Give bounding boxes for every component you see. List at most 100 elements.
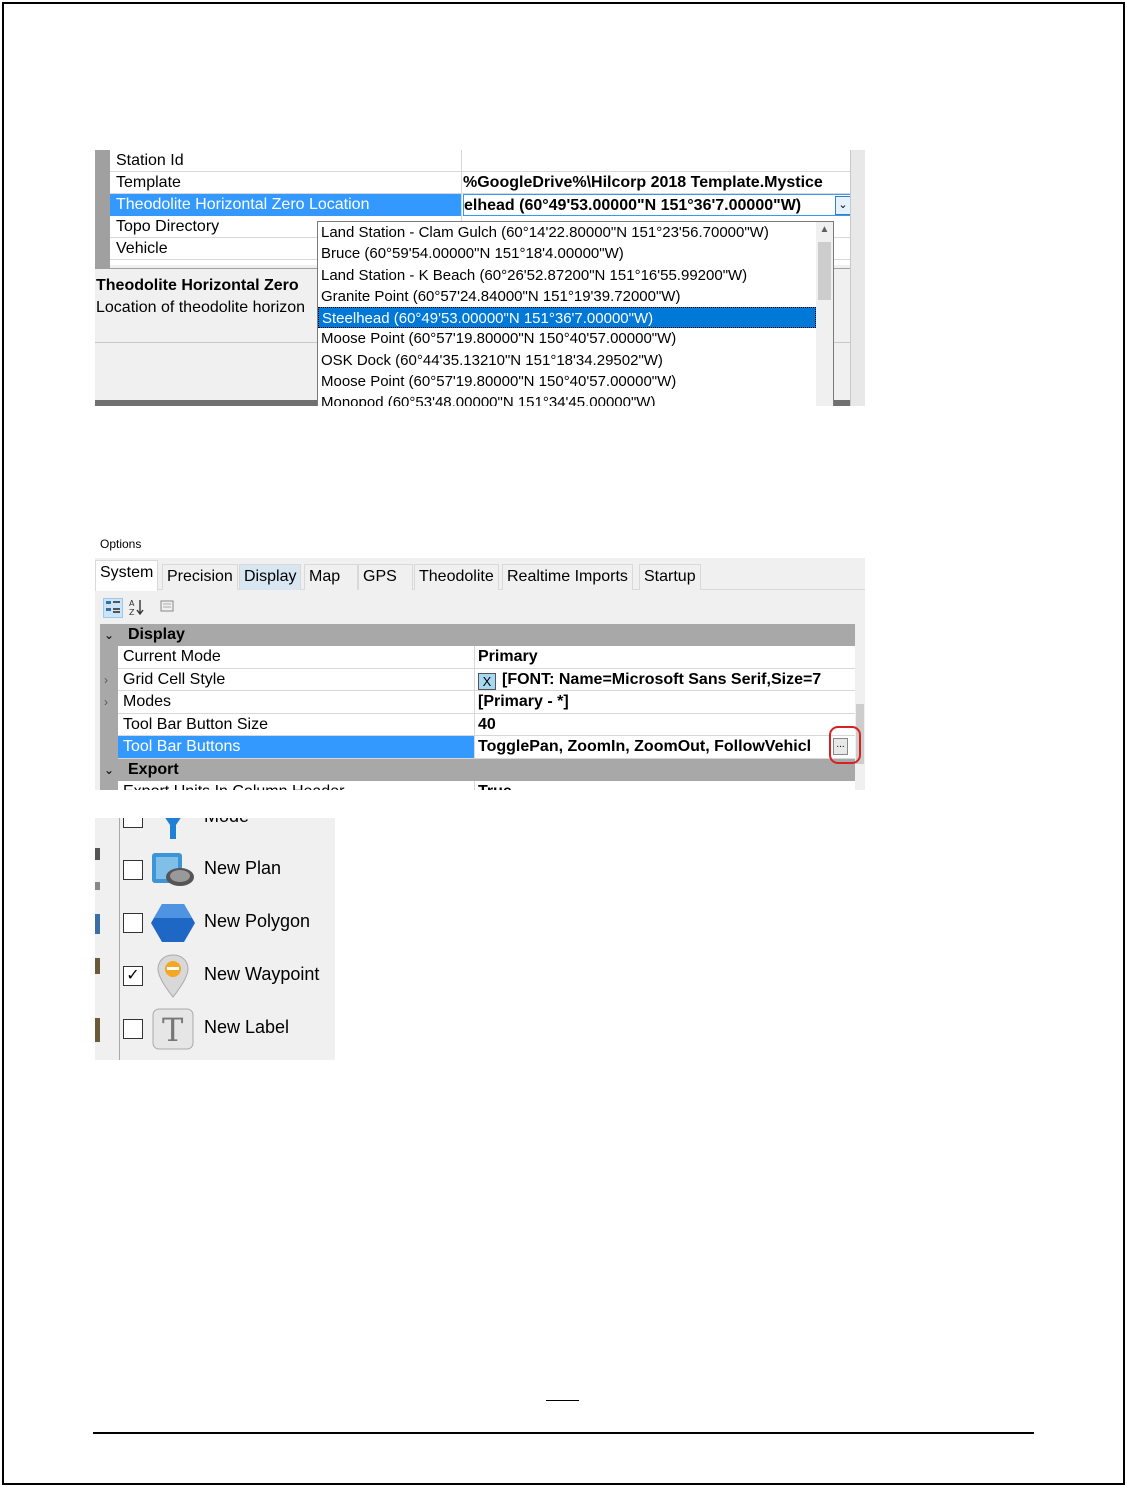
grid-toolbar: AZ <box>95 594 865 622</box>
toolbar-buttons-checklist: Mode New Plan New Polygon ✓ New Waypoint… <box>95 818 335 1060</box>
property-value[interactable]: Primary <box>476 646 852 668</box>
list-item-new-polygon[interactable]: New Polygon <box>123 898 335 948</box>
dropdown-item[interactable]: Monopod (60°53'48.00000"N 151°34'45.0000… <box>318 392 816 406</box>
property-name: Export Units In Column Header <box>118 780 475 790</box>
side-frame <box>850 150 865 406</box>
combo-text: elhead (60°49'53.00000"N 151°36'7.00000"… <box>464 197 802 214</box>
tab-startup[interactable]: Startup <box>639 564 701 590</box>
highlight-annotation <box>829 726 861 764</box>
options-dialog: System Precision Display Map GPS Theodol… <box>95 558 865 790</box>
options-scrollbar[interactable] <box>855 624 865 790</box>
property-grid-panel: Station Id Template %GoogleDrive%\Hilcor… <box>95 150 865 406</box>
edge-fragment <box>95 848 100 860</box>
property-value[interactable]: TogglePan, ZoomIn, ZoomOut, FollowVehicl… <box>476 736 852 758</box>
dropdown-item[interactable]: Moose Point (60°57'19.80000"N 150°40'57.… <box>318 328 816 349</box>
tab-map[interactable]: Map <box>304 564 358 590</box>
list-item-new-waypoint[interactable]: ✓ New Waypoint <box>123 951 335 1001</box>
property-row-current-mode[interactable]: Current Mode Primary <box>118 646 860 669</box>
dropdown-item[interactable]: Granite Point (60°57'24.84000"N 151°19'3… <box>318 286 816 307</box>
label-icon: T <box>150 1006 196 1052</box>
edge-fragment <box>95 1018 100 1042</box>
toolbar-buttons-text: TogglePan, ZoomIn, ZoomOut, FollowVehicl <box>478 738 812 755</box>
dropdown-item[interactable]: Bruce (60°59'54.00000"N 151°18'4.00000"W… <box>318 243 816 264</box>
property-name: Station Id <box>116 150 462 172</box>
list-item-new-label[interactable]: T New Label <box>123 1004 335 1054</box>
alphabetical-icon[interactable]: AZ <box>127 598 147 618</box>
checkbox[interactable] <box>123 860 143 880</box>
scroll-up-icon[interactable]: ▲ <box>816 224 833 235</box>
tab-strip: System Precision Display Map GPS Theodol… <box>95 560 865 591</box>
property-value[interactable]: %GoogleDrive%\Hilcorp 2018 Template.Myst… <box>463 172 852 194</box>
property-row-toolbar-button-size[interactable]: Tool Bar Button Size 40 <box>118 713 860 736</box>
property-name: Tool Bar Button Size <box>118 713 475 736</box>
property-value[interactable]: X [FONT: Name=Microsoft Sans Serif,Size=7 <box>476 669 852 691</box>
item-label: New Waypoint <box>204 964 320 984</box>
waypoint-icon <box>150 953 196 999</box>
chevron-down-icon[interactable]: ⌄ <box>104 624 114 646</box>
chevron-down-icon[interactable]: ⌄ <box>104 759 114 781</box>
dropdown-item[interactable]: Land Station - K Beach (60°26'52.87200"N… <box>318 265 816 286</box>
dropdown-item-selected[interactable]: Steelhead (60°49'53.00000"N 151°36'7.000… <box>318 307 816 329</box>
page-number-rule <box>546 1400 579 1401</box>
dropdown-item[interactable]: Land Station - Clam Gulch (60°14'22.8000… <box>318 222 816 243</box>
polygon-icon <box>150 900 196 946</box>
property-pages-icon[interactable] <box>157 598 177 618</box>
plan-icon <box>150 847 196 893</box>
property-value[interactable]: True <box>476 781 852 791</box>
options-property-grid: ⌄ Display Current Mode Primary › Grid Ce… <box>100 624 860 790</box>
property-name: Tool Bar Buttons <box>118 736 475 758</box>
chevron-right-icon[interactable]: › <box>104 691 108 713</box>
dropdown-item[interactable]: OSK Dock (60°44'35.13210"N 151°18'34.295… <box>318 350 816 371</box>
property-row-template[interactable]: Template %GoogleDrive%\Hilcorp 2018 Temp… <box>110 172 852 194</box>
dropdown-item[interactable]: Moose Point (60°57'19.80000"N 150°40'57.… <box>318 371 816 392</box>
property-name: Theodolite Horizontal Zero Location <box>110 194 462 216</box>
tab-system[interactable]: System <box>95 560 159 591</box>
tab-theodolite[interactable]: Theodolite <box>414 564 499 590</box>
category-display[interactable]: ⌄ Display <box>100 624 860 646</box>
property-row-modes[interactable]: › Modes [Primary - *] <box>104 691 860 714</box>
categorized-icon[interactable] <box>103 598 123 618</box>
window-title: Options <box>100 537 142 551</box>
checkbox-checked[interactable]: ✓ <box>123 966 143 986</box>
font-value-text: [FONT: Name=Microsoft Sans Serif,Size=7 <box>502 670 822 688</box>
description-text: Location of theodolite horizon <box>96 299 306 316</box>
dropdown-scrollbar[interactable]: ▲ <box>816 222 833 406</box>
property-value[interactable]: [Primary - *] <box>476 691 852 713</box>
list-item-mode[interactable]: Mode <box>123 818 335 843</box>
category-label: Export <box>128 760 179 778</box>
funnel-icon <box>150 818 196 841</box>
location-dropdown-list[interactable]: Land Station - Clam Gulch (60°14'22.8000… <box>317 221 834 406</box>
edge-fragment <box>95 958 100 974</box>
tab-gps[interactable]: GPS <box>358 564 413 590</box>
checkbox[interactable] <box>123 818 143 828</box>
item-label: New Polygon <box>204 911 311 931</box>
property-value-combo[interactable]: elhead (60°49'53.00000"N 151°36'7.00000"… <box>463 194 852 216</box>
item-label: Mode <box>204 818 249 827</box>
property-value[interactable]: 40 <box>476 714 852 736</box>
property-name: Modes <box>118 691 475 713</box>
grid-gutter <box>95 150 110 268</box>
tab-realtime-imports[interactable]: Realtime Imports <box>502 564 633 590</box>
chevron-right-icon[interactable]: › <box>104 669 108 691</box>
category-export[interactable]: ⌄ Export <box>100 758 860 781</box>
svg-text:T: T <box>162 1011 184 1049</box>
property-row-export-units[interactable]: Export Units In Column Header True <box>118 780 860 791</box>
tab-display[interactable]: Display <box>239 564 302 590</box>
item-label: New Plan <box>204 858 282 878</box>
checkbox[interactable] <box>123 913 143 933</box>
edge-fragment <box>95 914 100 934</box>
property-row-station-id[interactable]: Station Id <box>110 150 852 172</box>
property-name: Template <box>116 172 462 194</box>
property-row-toolbar-buttons[interactable]: Tool Bar Buttons TogglePan, ZoomIn, Zoom… <box>118 736 860 759</box>
list-item-new-plan[interactable]: New Plan <box>123 845 335 895</box>
item-label: New Label <box>204 1017 290 1037</box>
tab-precision[interactable]: Precision <box>162 564 238 590</box>
checkbox[interactable] <box>123 1019 143 1039</box>
property-value[interactable] <box>463 150 852 172</box>
property-row-theodolite-zero[interactable]: Theodolite Horizontal Zero Location elhe… <box>110 194 852 216</box>
svg-text:A: A <box>129 599 135 608</box>
chevron-down-icon[interactable]: ⌄ <box>835 196 851 215</box>
property-row-grid-cell-style[interactable]: › Grid Cell Style X [FONT: Name=Microsoft… <box>104 668 860 691</box>
edge-fragment <box>95 882 100 890</box>
scroll-thumb[interactable] <box>818 242 831 300</box>
